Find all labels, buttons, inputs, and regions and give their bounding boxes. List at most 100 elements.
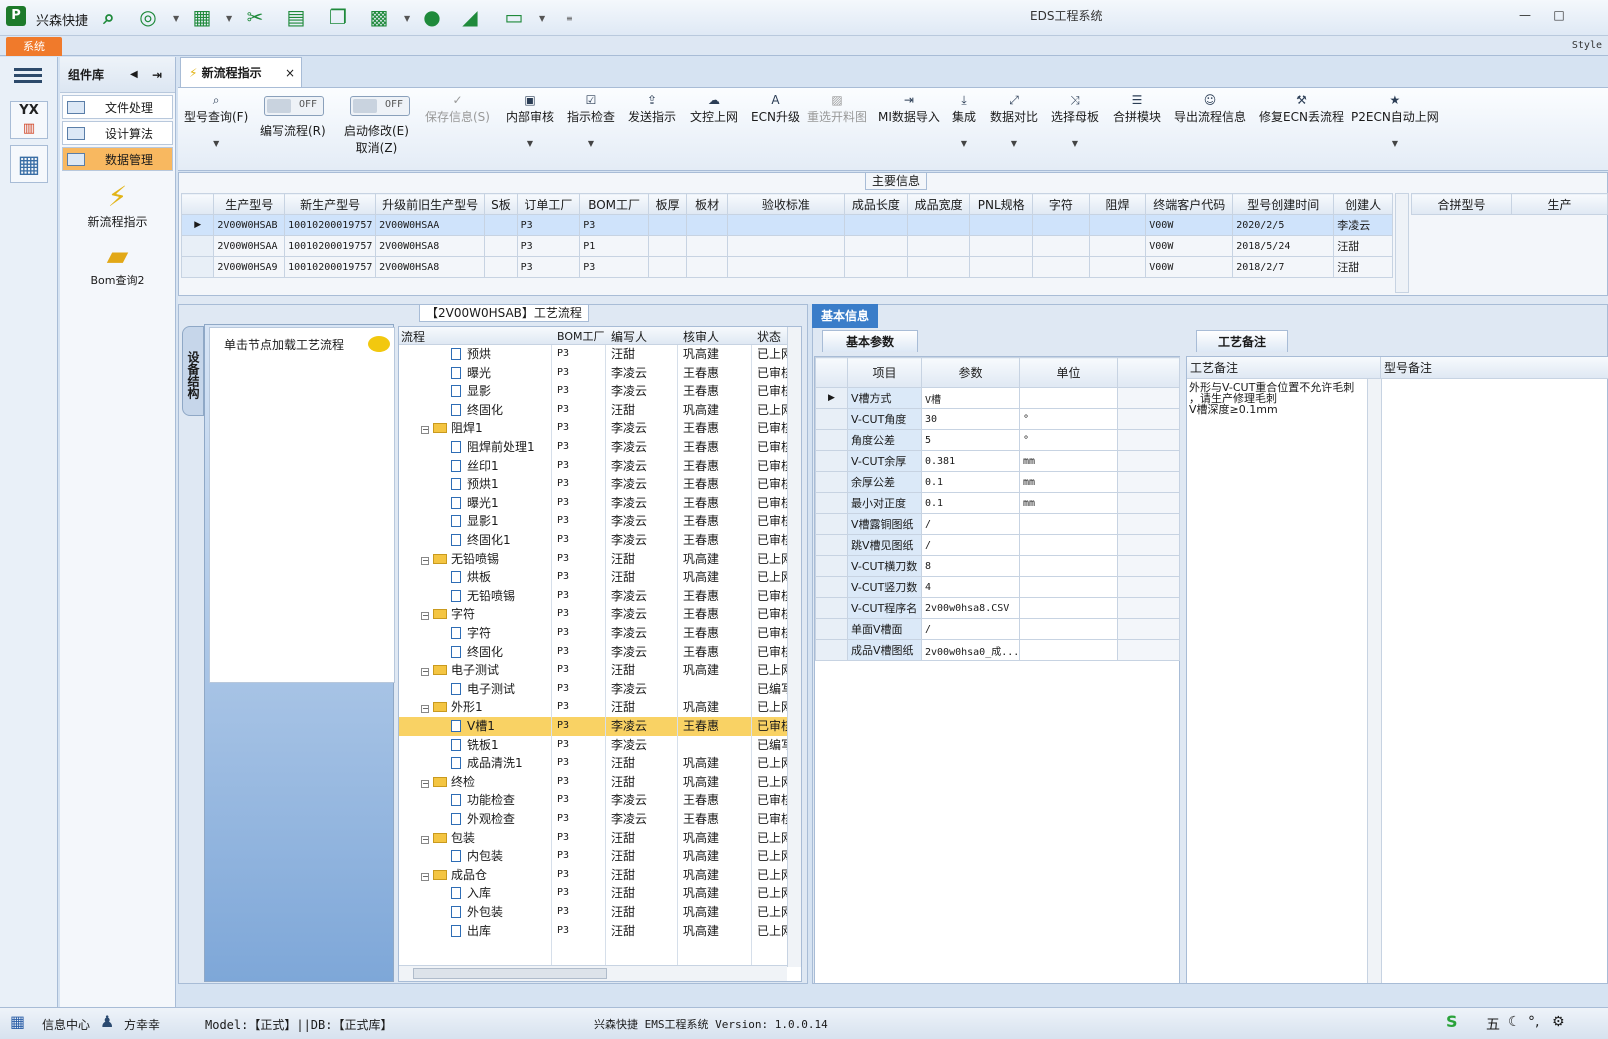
chevron-down-icon[interactable]: ▼ (404, 14, 410, 23)
maximize-icon[interactable]: □ (1550, 8, 1568, 26)
tree-row[interactable]: 显影 P3 李凌云 王春惠 已审核 (399, 382, 793, 401)
table-cell[interactable]: 2V00W0HSAA (213, 235, 286, 257)
pin-icon[interactable]: ⇥ (152, 57, 162, 93)
table-cell[interactable]: 李凌云 (1333, 214, 1393, 236)
collapse-toggle-icon[interactable]: − (421, 779, 429, 788)
scissors-icon[interactable]: ✂ (243, 5, 267, 29)
lib-item-design-algorithm[interactable]: 设计算法 (62, 121, 173, 145)
table-row[interactable]: V-CUT余厚 0.381 mm (815, 450, 1180, 472)
table-row[interactable]: ▶ 2V00W0HSAB 10010200019757 2V00W0HSAA P3 P3 V… (180, 214, 1393, 236)
table-cell[interactable]: ° (1019, 429, 1118, 451)
tree-row[interactable]: 曝光 P3 李凌云 王春惠 已审核 (399, 364, 793, 383)
tree-row[interactable]: − 终检 P3 汪甜 巩高建 已上网 (399, 773, 793, 792)
export-button[interactable]: ☺ 导出流程信息 (1174, 92, 1246, 125)
check-button[interactable]: ☑ 指示检查 ▼ (567, 92, 615, 148)
tree-row[interactable]: 成品清洗1 P3 汪甜 巩高建 已上网 (399, 754, 793, 773)
windows-icon[interactable]: ▦ (10, 1012, 25, 1031)
column-header[interactable]: 型号备注 (1381, 357, 1608, 379)
internal-review-button[interactable]: ▣ 内部审核 ▼ (506, 92, 554, 148)
ime-logo-icon[interactable]: S (1446, 1012, 1458, 1031)
tree-row[interactable]: 预烘1 P3 李凌云 王春惠 已审核 (399, 475, 793, 494)
table-cell[interactable] (726, 256, 846, 278)
table-cell[interactable]: P3 (516, 235, 581, 257)
lib-item-file-processing[interactable]: 文件处理 (62, 95, 173, 119)
table-cell[interactable] (647, 235, 688, 257)
table-cell[interactable] (906, 214, 971, 236)
tree-vertical-scrollbar[interactable] (787, 327, 801, 967)
table-cell[interactable]: 2v00w0hsa8.CSV (921, 597, 1020, 619)
table-cell[interactable]: / (921, 534, 1020, 556)
settings-icon[interactable]: ⚙ (1552, 1014, 1565, 1030)
table-cell[interactable]: V-CUT角度 (847, 408, 922, 430)
integrate-button[interactable]: ⤓ 集成 ▼ (952, 92, 976, 148)
tree-row[interactable]: − 阻焊1 P3 李凌云 王春惠 已审核 (399, 419, 793, 438)
table-cell[interactable] (484, 214, 518, 236)
table-cell[interactable]: 最小对正度 (847, 492, 922, 514)
row-indicator[interactable] (815, 408, 848, 430)
start-modify-toggle[interactable]: OFF (350, 96, 410, 116)
table-cell[interactable] (969, 235, 1034, 257)
table-cell[interactable] (1019, 387, 1118, 409)
column-header[interactable]: BOM工厂 (557, 328, 605, 344)
punctuation-icon[interactable]: °, (1528, 1014, 1539, 1030)
collapse-toggle-icon[interactable]: − (421, 612, 429, 621)
tree-row[interactable]: 出库 P3 汪甜 巩高建 已上网 (399, 922, 793, 941)
table-cell[interactable] (484, 235, 518, 257)
table-cell[interactable]: 2V00W0HSA9 (213, 256, 286, 278)
table-row[interactable]: 角度公差 5 ° (815, 429, 1180, 451)
table-cell[interactable]: V00W (1145, 235, 1234, 257)
row-indicator[interactable] (815, 555, 848, 577)
table-cell[interactable]: mm (1019, 471, 1118, 493)
table-row[interactable]: V-CUT程序名 2v00w0hsa8.CSV (815, 597, 1180, 619)
table-cell[interactable] (1019, 576, 1118, 598)
table-cell[interactable] (844, 256, 908, 278)
tree-row[interactable]: 显影1 P3 李凌云 王春惠 已审核 (399, 512, 793, 531)
ime-mode[interactable]: 五 (1486, 1014, 1500, 1034)
fix-ecn-button[interactable]: ⚒ 修复ECN丢流程 (1259, 92, 1344, 125)
table-cell[interactable]: 2018/2/7 (1232, 256, 1335, 278)
apps-icon[interactable]: ▩ (367, 5, 391, 29)
table-cell[interactable]: 0.1 (921, 492, 1020, 514)
column-header[interactable]: 字符 (1032, 193, 1090, 215)
row-indicator[interactable] (815, 471, 848, 493)
node-list[interactable]: 单击节点加载工艺流程 (209, 327, 395, 683)
send-button[interactable]: ⇪ 发送指示 (628, 92, 676, 125)
table-row[interactable]: 2V00W0HSAA 10010200019757 2V00W0HSA8 P3 P1 V0… (180, 235, 1393, 257)
minimize-icon[interactable]: — (1516, 8, 1534, 26)
table-cell[interactable] (1088, 256, 1147, 278)
chevron-down-icon[interactable]: ▼ (539, 14, 545, 23)
column-header[interactable]: 状态 (757, 328, 781, 345)
table-cell[interactable]: V-CUT程序名 (847, 597, 922, 619)
user-icon[interactable]: ● (420, 5, 444, 29)
collapse-left-icon[interactable]: ◀ (130, 57, 138, 93)
tree-row[interactable]: 字符 P3 李凌云 王春惠 已审核 (399, 624, 793, 643)
column-header[interactable]: 参数 (921, 357, 1020, 388)
column-header[interactable]: S板 (484, 193, 518, 215)
table-cell[interactable]: ° (1019, 408, 1118, 430)
table-cell[interactable]: V槽方式 (847, 387, 922, 409)
table-cell[interactable]: 角度公差 (847, 429, 922, 451)
column-header[interactable]: PNL规格 (969, 193, 1034, 215)
launcher-bom-query[interactable]: ▰ Bom查询2 (60, 240, 175, 288)
table-cell[interactable] (969, 214, 1034, 236)
column-header[interactable]: 成品长度 (844, 193, 908, 215)
column-header[interactable]: 成品宽度 (906, 193, 971, 215)
collapse-toggle-icon[interactable]: − (421, 426, 429, 435)
column-header[interactable]: 创建人 (1333, 193, 1393, 215)
table-cell[interactable] (1088, 235, 1147, 257)
column-header[interactable]: 终端客户代码 (1145, 193, 1234, 215)
table-cell[interactable]: 0.1 (921, 471, 1020, 493)
lifebuoy-icon[interactable]: ◎ (136, 5, 160, 29)
tab-basic-params[interactable]: 基本参数 (822, 330, 918, 352)
film-icon[interactable]: ▤ (284, 5, 308, 29)
table-row[interactable]: V-CUT竖刀数 4 (815, 576, 1180, 598)
hamburger-menu-icon[interactable] (14, 65, 42, 87)
table-cell[interactable]: 汪甜 (1333, 256, 1393, 278)
tree-row[interactable]: 终固化 P3 李凌云 王春惠 已审核 (399, 643, 793, 662)
row-indicator[interactable] (180, 235, 215, 257)
table-cell[interactable] (1088, 214, 1147, 236)
copy-icon[interactable]: ❐ (326, 5, 350, 29)
row-indicator[interactable]: ▶ (815, 387, 848, 409)
table-row[interactable]: V槽露铜图纸 / (815, 513, 1180, 535)
table-cell[interactable]: 单面V槽面 (847, 618, 922, 640)
